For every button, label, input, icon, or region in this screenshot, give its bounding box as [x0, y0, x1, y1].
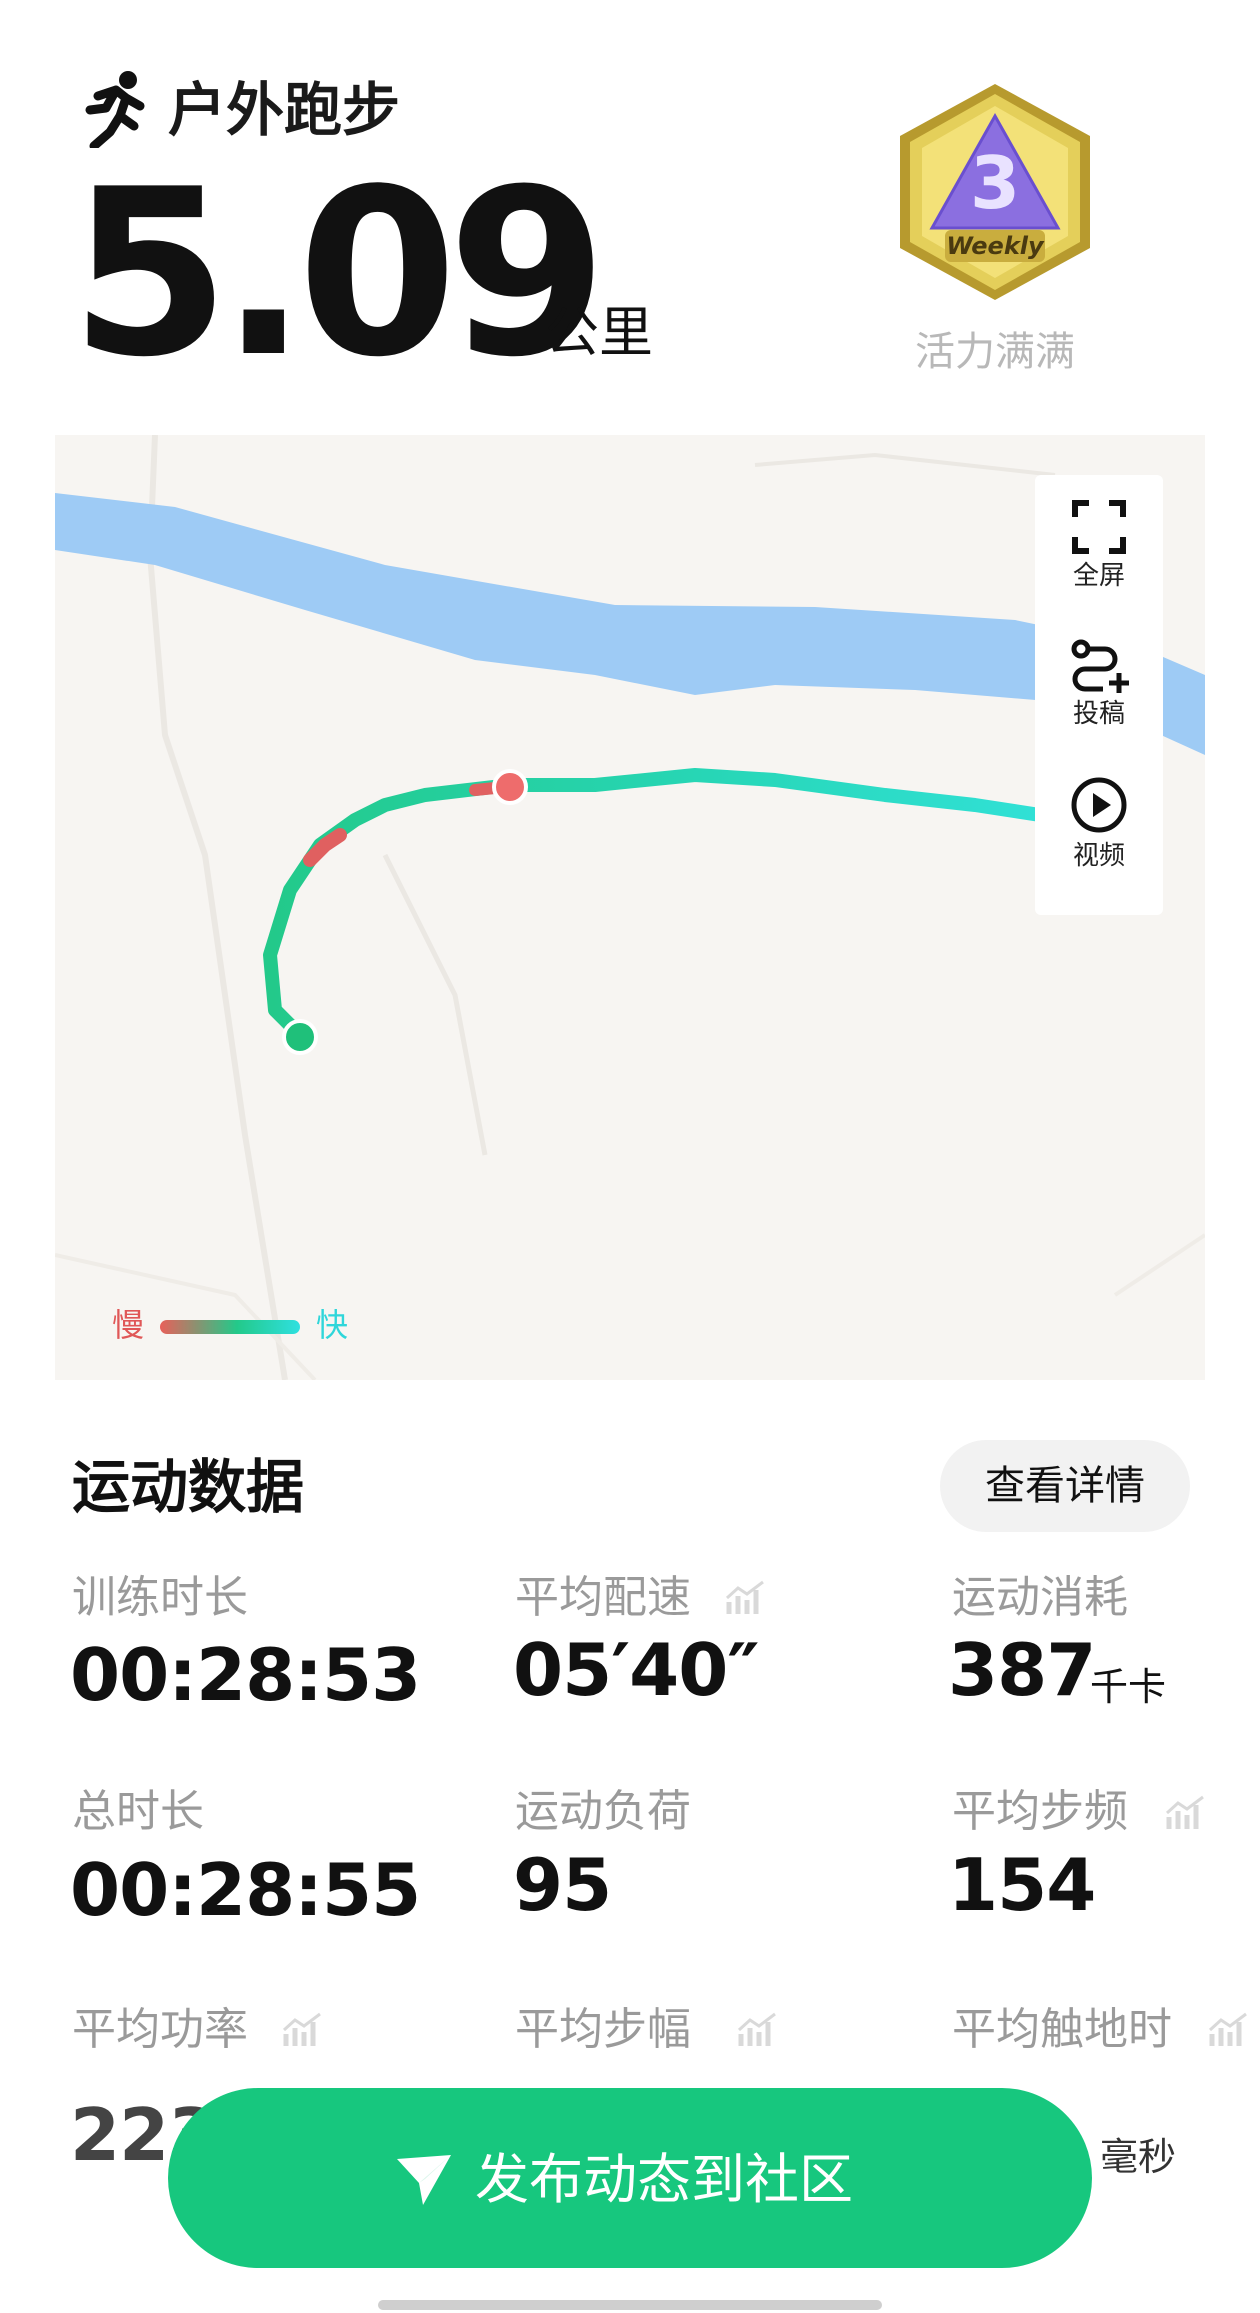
section-title: 运动数据	[72, 1453, 305, 1521]
view-details-button[interactable]: 查看详情	[940, 1440, 1190, 1532]
submit-route-button[interactable]: 投稿	[1035, 637, 1163, 731]
metric-label-total-duration: 总时长	[72, 1786, 204, 1837]
route-line	[263, 768, 1152, 1042]
legend-slow-label: 慢	[112, 1306, 145, 1344]
metric-value-training-load: 95	[513, 1843, 612, 1927]
trend-chart-icon[interactable]	[282, 2012, 322, 2048]
metric-label-avg-pace: 平均配速	[515, 1572, 691, 1623]
metric-label-training-load: 运动负荷	[515, 1786, 691, 1837]
metric-value-avg-cadence: 154	[948, 1843, 1096, 1927]
route-end-marker	[492, 769, 528, 805]
running-icon	[85, 71, 145, 148]
fullscreen-icon	[1072, 500, 1126, 554]
badge-number: 3	[970, 141, 1020, 225]
trend-chart-icon[interactable]	[1208, 2012, 1248, 2048]
trend-chart-icon[interactable]	[725, 1580, 765, 1616]
trend-chart-icon[interactable]	[737, 2012, 777, 2048]
distance-value: 5.09	[70, 141, 607, 408]
metric-label-avg-power: 平均功率	[72, 2004, 248, 2055]
route-slow-segment	[303, 828, 347, 867]
home-indicator[interactable]	[378, 2300, 882, 2310]
metric-value-training-duration: 00:28:53	[70, 1633, 421, 1717]
badge-text: Weekly	[946, 232, 1045, 260]
route-start-marker	[282, 1019, 318, 1055]
metric-unit-calories: 千卡	[1090, 1665, 1167, 1709]
metric-label-avg-cadence: 平均步频	[952, 1786, 1128, 1837]
metric-label-training-duration: 训练时长	[72, 1572, 248, 1623]
trend-chart-icon[interactable]	[1165, 1795, 1205, 1831]
distance-unit: 公里	[545, 301, 653, 364]
metric-label-calories: 运动消耗	[952, 1572, 1128, 1623]
fullscreen-label: 全屏	[1072, 561, 1125, 591]
route-map[interactable]	[55, 435, 1205, 1380]
video-label: 视频	[1072, 841, 1125, 871]
weekly-badge-icon[interactable]: 3 Weekly	[890, 80, 1100, 305]
map-canvas	[55, 435, 1205, 1380]
metric-value-total-duration: 00:28:55	[70, 1848, 421, 1932]
send-icon	[397, 2155, 451, 2205]
video-button[interactable]: 视频	[1035, 775, 1163, 873]
route-add-icon	[1071, 639, 1129, 693]
pace-gradient-bar	[160, 1320, 300, 1334]
metric-label-avg-stride: 平均步幅	[515, 2004, 691, 2055]
activity-type-label: 户外跑步	[168, 76, 401, 144]
badge-label: 活力满满	[915, 329, 1075, 375]
legend-fast-label: 快	[316, 1306, 349, 1344]
river	[55, 493, 1205, 755]
metric-value-avg-pace: 05′40″	[513, 1628, 760, 1712]
publish-button-label: 发布动态到社区	[475, 2148, 853, 2211]
submit-route-label: 投稿	[1072, 699, 1125, 729]
metric-value-calories: 387	[948, 1628, 1096, 1712]
play-icon	[1071, 777, 1127, 833]
metric-unit-ground-contact: 毫秒	[1100, 2135, 1177, 2179]
fullscreen-button[interactable]: 全屏	[1035, 499, 1163, 593]
map-controls-panel: 全屏 投稿 视频	[1035, 475, 1163, 915]
metric-label-ground-contact: 平均触地时	[952, 2004, 1172, 2055]
